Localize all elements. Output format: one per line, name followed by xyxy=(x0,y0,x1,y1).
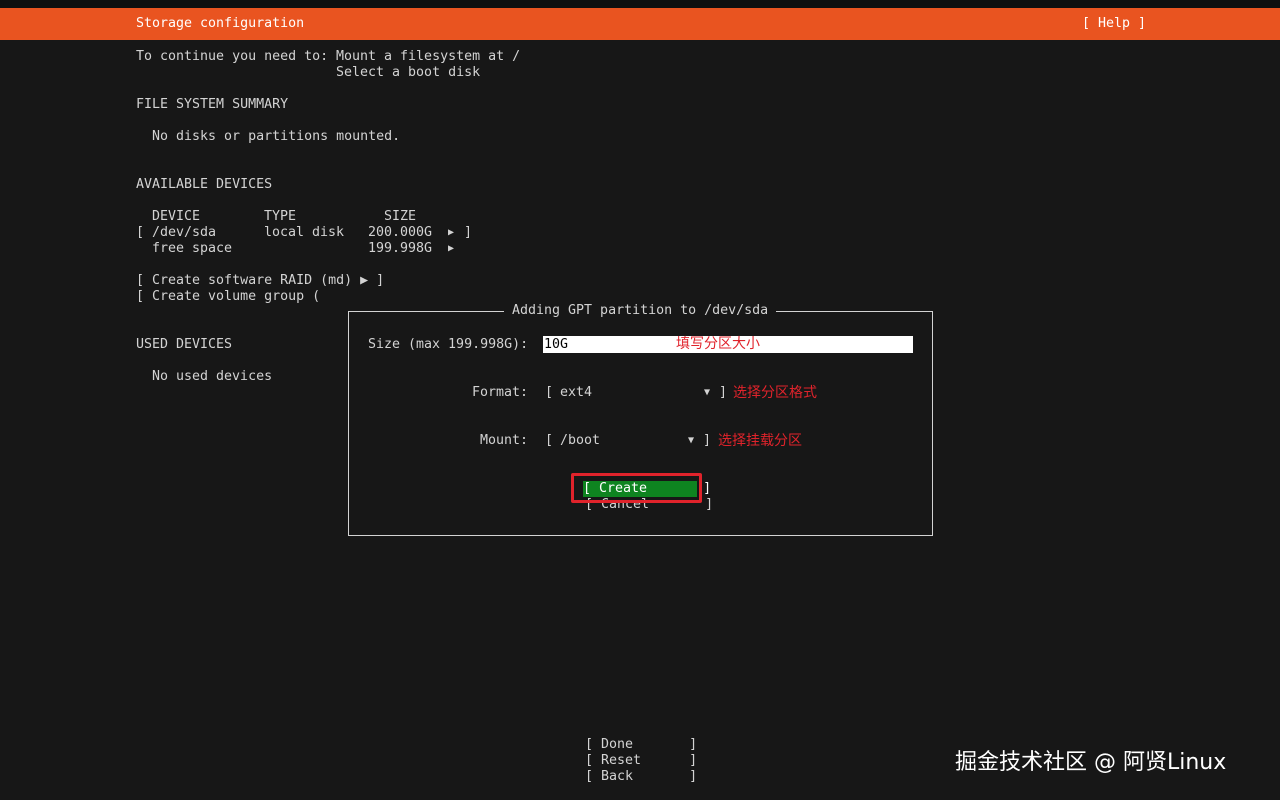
expand-arrow-icon[interactable]: ▶ xyxy=(448,225,454,241)
create-highlight-box xyxy=(571,473,702,503)
column-device: DEVICE xyxy=(152,209,201,224)
requirement-mount: Mount a filesystem at / xyxy=(336,49,521,64)
format-bracket-close: ] xyxy=(719,385,728,400)
create-raid-button[interactable]: [ Create software RAID (md) ▶ ] xyxy=(136,273,384,289)
fs-summary-heading: FILE SYSTEM SUMMARY xyxy=(136,97,289,112)
size-annotation: 填写分区大小 xyxy=(676,336,760,352)
column-size: SIZE xyxy=(384,209,417,224)
used-devices-heading: USED DEVICES xyxy=(136,337,233,352)
mount-annotation: 选择挂载分区 xyxy=(718,433,802,449)
dropdown-arrow-icon: ▼ xyxy=(688,435,695,446)
intro-prefix: To continue you need to: xyxy=(136,49,329,64)
dialog-title: Adding GPT partition to /dev/sda xyxy=(504,303,777,319)
mount-value: /boot xyxy=(560,433,601,448)
row-bracket-open: [ xyxy=(136,225,145,240)
available-devices-heading: AVAILABLE DEVICES xyxy=(136,177,273,192)
column-type: TYPE xyxy=(264,209,297,224)
back-button[interactable]: [ Back ] xyxy=(585,769,697,785)
dropdown-arrow-icon: ▼ xyxy=(704,387,711,398)
format-bracket-open: [ xyxy=(545,385,554,400)
device-size: 200.000G xyxy=(368,225,433,240)
format-value: ext4 xyxy=(560,385,593,400)
page-title: Storage configuration xyxy=(136,16,305,31)
mount-bracket-open: [ xyxy=(545,433,554,448)
top-strip xyxy=(0,0,1280,8)
format-label: Format: xyxy=(472,385,529,400)
row-bracket-close: ] xyxy=(464,225,473,240)
expand-arrow-icon[interactable]: ▶ xyxy=(448,241,454,257)
used-devices-empty: No used devices xyxy=(152,369,273,384)
device-type: local disk xyxy=(264,225,345,240)
size-label: Size (max 199.998G): xyxy=(368,337,529,352)
requirement-boot: Select a boot disk xyxy=(336,65,481,80)
reset-button[interactable]: [ Reset ] xyxy=(585,753,697,769)
mount-label: Mount: xyxy=(480,433,529,448)
device-name: /dev/sda xyxy=(152,225,217,240)
device-size: 199.998G xyxy=(368,241,433,256)
device-name: free space xyxy=(152,241,233,256)
format-annotation: 选择分区格式 xyxy=(733,385,817,401)
done-button[interactable]: [ Done ] xyxy=(585,737,697,753)
mount-bracket-close: ] xyxy=(703,433,712,448)
header-bar: Storage configuration [ Help ] xyxy=(0,8,1280,40)
watermark: 掘金技术社区 @ 阿贤Linux xyxy=(955,750,1227,775)
fs-summary-empty: No disks or partitions mounted. xyxy=(152,129,401,144)
help-button[interactable]: [ Help ] xyxy=(1082,16,1146,32)
create-volume-group-button[interactable]: [ Create volume group ( xyxy=(136,289,320,305)
